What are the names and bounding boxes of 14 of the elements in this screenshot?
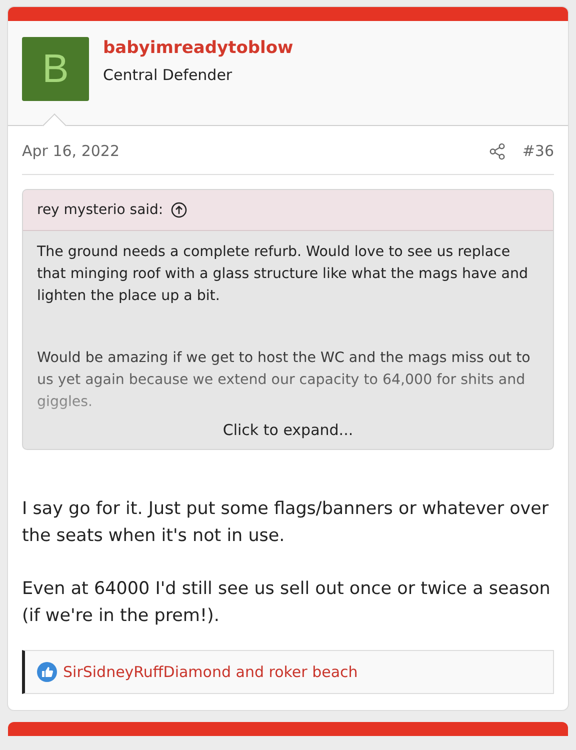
quote-paragraph: Would be amazing if we get to host the WC and the mags miss out to us yet again because we extend our capacity to 64,000 for shits and giggles. [37,349,532,412]
username-link[interactable]: babyimreadytoblow [103,38,294,58]
post-paragraph: I say go for it. Just put some flags/banners or whatever over the seats when it's not in use. [22,498,550,548]
thumbs-up-icon [37,662,57,682]
post-paragraph: Even at 64000 I'd still see us sell out once or twice a season (if we're in the prem!). [22,578,552,628]
quote-attribution[interactable]: rey mysterio said: [37,202,164,218]
avatar[interactable]: B [22,37,89,101]
reaction-users-link[interactable]: SirSidneyRuffDiamond and roker beach [63,663,358,681]
quote-paragraph: The ground needs a complete refurb. Would love to see us replace that minging roof with a glass structure like what the mags have and lighten the place up a bit. [37,243,529,306]
post-date[interactable]: Apr 16, 2022 [22,142,490,160]
user-title: Central Defender [103,66,234,84]
expand-link[interactable]: Click to expand... [23,417,553,449]
share-icon[interactable] [489,142,506,160]
post-number-link[interactable]: #36 [522,142,554,160]
